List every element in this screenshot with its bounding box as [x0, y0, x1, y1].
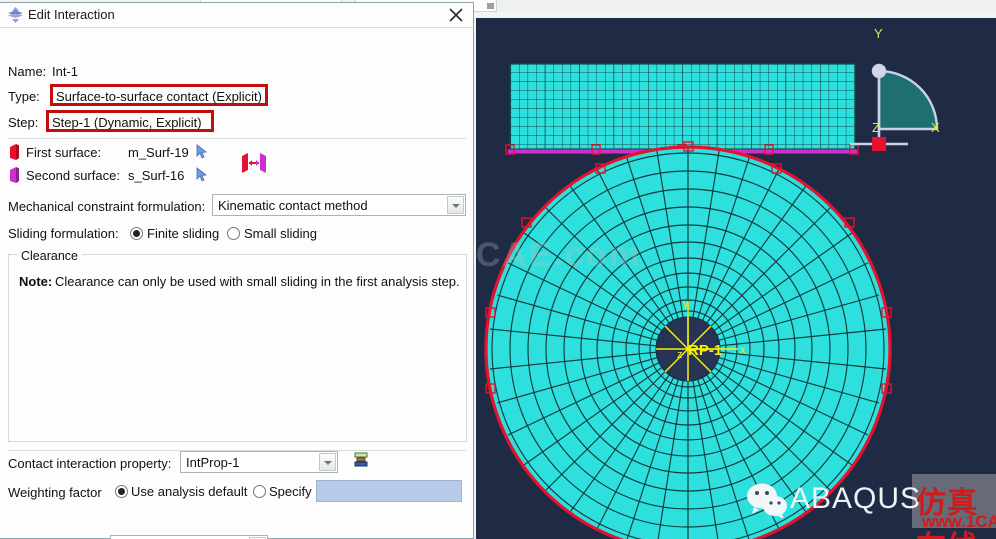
weighting-factor-label: Weighting factor — [8, 485, 102, 500]
local-x-label: x — [740, 344, 746, 356]
local-z-label: z — [677, 349, 683, 361]
contact-property-value: IntProp-1 — [186, 455, 240, 470]
local-y-label: y — [683, 298, 689, 310]
step-highlight-annotation — [46, 110, 214, 132]
specify-weighting-label: Specify — [269, 484, 312, 499]
step-label: Step: — [8, 115, 39, 130]
abaqus-diamond-icon — [8, 7, 23, 23]
radio-use-analysis-default[interactable] — [115, 485, 128, 498]
second-surface-swatch-icon — [10, 167, 19, 183]
dialog-title-bar[interactable]: Edit Interaction — [0, 3, 473, 28]
sliding-formulation-label: Sliding formulation: — [8, 226, 119, 241]
clearance-note-text: Clearance can only be used with small sl… — [55, 274, 460, 289]
small-sliding-label: Small sliding — [244, 226, 317, 241]
second-surface-value: s_Surf-16 — [128, 168, 185, 183]
second-surface-pick-cursor-icon[interactable] — [196, 167, 209, 182]
swap-surfaces-icon[interactable] — [240, 152, 268, 174]
mechanical-constraint-select[interactable]: Kinematic contact method — [212, 194, 466, 216]
radio-finite-sliding[interactable] — [130, 227, 143, 240]
mechanical-constraint-label: Mechanical constraint formulation: — [8, 199, 206, 214]
create-interaction-property-icon[interactable] — [353, 452, 369, 468]
triad-y-label: Y — [874, 26, 883, 41]
first-surface-swatch-icon — [10, 144, 19, 160]
rigid-plate-mesh — [509, 63, 856, 150]
type-label: Type: — [8, 89, 40, 104]
contact-controls-select[interactable]: (Default) — [110, 535, 268, 539]
radio-small-sliding[interactable] — [227, 227, 240, 240]
dialog-title: Edit Interaction — [28, 7, 115, 22]
edit-interaction-dialog: Edit Interaction Name: Int-1 Type: Surfa… — [0, 2, 474, 539]
clearance-note-prefix: Note: — [19, 274, 53, 289]
name-label: Name: — [8, 64, 47, 79]
contact-property-select[interactable]: IntProp-1 — [180, 451, 338, 473]
first-surface-value: m_Surf-19 — [128, 145, 189, 160]
mechanical-constraint-value: Kinematic contact method — [218, 198, 368, 213]
radio-specify-weighting[interactable] — [253, 485, 266, 498]
use-analysis-default-label: Use analysis default — [131, 484, 248, 499]
clearance-group-title: Clearance — [17, 249, 82, 263]
triad-x-label: X — [931, 120, 940, 135]
finite-sliding-label: Finite sliding — [147, 226, 220, 241]
chevron-down-icon[interactable] — [319, 453, 336, 471]
first-surface-label: First surface: — [26, 145, 102, 160]
contact-property-label: Contact interaction property: — [8, 456, 172, 471]
type-highlight-annotation — [50, 84, 268, 106]
weighting-factor-input[interactable] — [316, 480, 462, 502]
triad-origin-node — [872, 137, 886, 151]
close-icon[interactable] — [447, 6, 465, 24]
second-surface-label: Second surface: — [26, 168, 120, 183]
divider-top — [8, 138, 466, 139]
model-mesh-render: y x z RP-1 Y X Z — [476, 18, 996, 539]
chevron-down-icon — [487, 3, 494, 9]
triad-y-node — [871, 63, 887, 79]
screen-root: y x z RP-1 Y X Z ABAQUS 仿真 www.1CA 1CAE.… — [0, 0, 996, 539]
reference-point-label: RP-1 — [688, 342, 722, 359]
triad-z-label: Z — [872, 120, 880, 135]
first-surface-pick-cursor-icon[interactable] — [196, 144, 209, 159]
model-viewport[interactable]: y x z RP-1 Y X Z ABAQUS 仿真 www.1CA — [476, 18, 996, 539]
name-value: Int-1 — [52, 64, 79, 79]
chevron-down-icon[interactable] — [447, 196, 464, 214]
